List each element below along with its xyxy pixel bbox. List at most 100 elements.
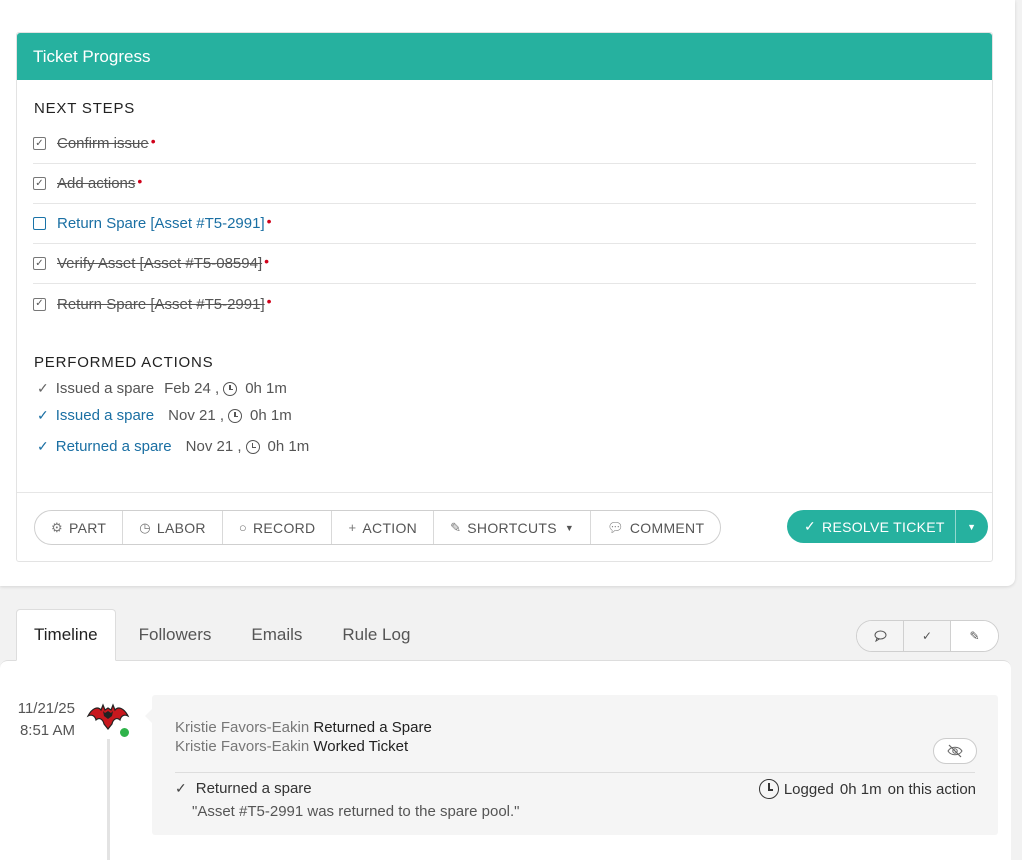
hide-entry-button[interactable]	[933, 738, 977, 764]
user-name[interactable]: Kristie Favors-Eakin	[175, 738, 309, 755]
toolbar-divider	[17, 492, 992, 493]
unchecked-checkbox-icon[interactable]	[33, 217, 46, 230]
timeline-panel: 11/21/25 8:51 AM Kristie Favors-Eakin Re…	[0, 660, 1011, 860]
performed-action[interactable]: ✓ Issued a spare Nov 21 , 0h 1m	[37, 407, 292, 424]
logged-suffix: on this action	[887, 780, 976, 798]
speech-bubble-icon	[874, 630, 886, 642]
eye-slash-icon	[947, 744, 963, 758]
logged-duration: 0h 1m	[839, 780, 882, 798]
shortcuts-label: SHORTCUTS	[467, 519, 557, 536]
timeline-entry: Kristie Favors-Eakin Returned a Spare Kr…	[145, 695, 998, 835]
timeline-filter-group: ✓ ✎	[856, 620, 999, 652]
timeline-timestamp: 11/21/25 8:51 AM	[0, 698, 75, 742]
required-marker: •	[266, 293, 272, 309]
entry-date: 11/21/25	[17, 700, 75, 717]
entry-action-note: "Asset #T5-2991 was returned to the spar…	[192, 803, 520, 820]
plus-icon: +	[348, 520, 357, 535]
check-icon: ✓	[37, 380, 49, 396]
next-steps-list: ✓ Confirm issue • ✓ Add actions • Return…	[33, 124, 976, 324]
action-date: Feb 24 ,	[164, 380, 220, 397]
caret-down-icon: ▼	[967, 521, 977, 532]
shortcuts-dropdown[interactable]: ✎ SHORTCUTS ▼	[434, 511, 592, 544]
step-item[interactable]: ✓ Add actions •	[33, 164, 976, 204]
action-name-link[interactable]: Returned a spare	[56, 438, 172, 455]
comments-icon: 💬︎	[607, 519, 624, 535]
comment-label: COMMENT	[629, 519, 705, 536]
action-name-link[interactable]: Issued a spare	[56, 407, 154, 424]
event-description: Worked Ticket	[313, 738, 409, 755]
caret-down-icon: ▼	[564, 522, 575, 533]
step-label: Confirm issue	[57, 135, 149, 152]
next-steps-heading: NEXT STEPS	[34, 100, 136, 117]
circle-icon: ○	[238, 520, 247, 535]
comment-button[interactable]: 💬︎ COMMENT	[591, 511, 720, 544]
entry-action: ✓ Returned a spare	[175, 780, 312, 797]
clock-icon	[223, 381, 238, 396]
action-button[interactable]: + ACTION	[332, 511, 435, 544]
ticket-tabs: Timeline Followers Emails Rule Log	[16, 609, 433, 661]
performed-action[interactable]: ✓ Returned a spare Nov 21 , 0h 1m	[37, 438, 309, 455]
step-label: Return Spare [Asset #T5-2991]	[57, 295, 265, 313]
check-icon: ✓	[175, 780, 187, 796]
panel-title: Ticket Progress	[17, 33, 992, 80]
step-item[interactable]: ✓ Confirm issue •	[33, 124, 976, 164]
pencil-icon: ✎	[969, 629, 980, 643]
required-marker: •	[137, 172, 143, 189]
step-label[interactable]: Return Spare [Asset #T5-2991]	[57, 215, 265, 232]
action-duration: 0h 1m	[250, 407, 292, 424]
filter-actions-button[interactable]: ✓	[904, 621, 951, 651]
tab-timeline[interactable]: Timeline	[16, 609, 116, 661]
action-date: Nov 21 ,	[185, 438, 242, 455]
performed-action: ✓ Issued a spare Feb 24 , 0h 1m	[37, 380, 287, 397]
part-button[interactable]: ⚙ PART	[35, 511, 124, 544]
tab-rule-log[interactable]: Rule Log	[325, 609, 427, 660]
performed-actions-heading: PERFORMED ACTIONS	[34, 354, 214, 371]
gear-icon: ⚙	[51, 519, 63, 535]
clock-icon	[245, 439, 260, 454]
step-item[interactable]: Return Spare [Asset #T5-2991] •	[33, 204, 976, 244]
event-description: Returned a Spare	[313, 719, 432, 736]
clock-icon	[228, 408, 243, 423]
step-item[interactable]: ✓ Verify Asset [Asset #T5-08594] •	[33, 244, 976, 284]
check-icon: ✓	[804, 518, 817, 534]
ticket-progress-panel: Ticket Progress NEXT STEPS ✓ Confirm iss…	[16, 32, 993, 562]
entry-divider	[175, 772, 975, 773]
action-label: ACTION	[362, 519, 418, 536]
logged-time: Logged 0h 1m on this action	[758, 779, 976, 799]
ticket-action-toolbar: ⚙ PART ◷ LABOR ○ RECORD + ACTION ✎ SHORT…	[34, 510, 722, 545]
step-item[interactable]: ✓ Return Spare [Asset #T5-2991] •	[33, 284, 976, 324]
required-marker: •	[266, 212, 272, 229]
user-name[interactable]: Kristie Favors-Eakin	[175, 719, 309, 736]
required-marker: •	[150, 132, 156, 149]
resolve-ticket-button[interactable]: ✓ RESOLVE TICKET	[787, 510, 956, 543]
checked-checkbox-icon[interactable]: ✓	[33, 297, 46, 311]
checked-checkbox-icon[interactable]: ✓	[33, 257, 46, 270]
filter-edits-button[interactable]: ✎	[951, 621, 998, 651]
step-label: Add actions	[57, 175, 136, 192]
filter-comments-button[interactable]	[857, 621, 904, 651]
checked-checkbox-icon[interactable]: ✓	[33, 177, 46, 190]
resolve-options-dropdown[interactable]: ▼	[956, 510, 988, 543]
labor-label: LABOR	[156, 519, 206, 536]
entry-time: 8:51 AM	[19, 722, 75, 739]
record-label: RECORD	[253, 519, 316, 536]
required-marker: •	[264, 252, 270, 269]
online-status-dot	[119, 727, 130, 738]
labor-button[interactable]: ◷ LABOR	[123, 511, 223, 544]
action-date: Nov 21 ,	[168, 407, 225, 424]
clock-icon	[758, 779, 779, 799]
action-name: Issued a spare	[55, 380, 155, 397]
resolve-label: RESOLVE TICKET	[822, 518, 945, 535]
ticket-card: Ticket Progress NEXT STEPS ✓ Confirm iss…	[0, 0, 1015, 586]
tab-emails[interactable]: Emails	[234, 609, 319, 660]
entry-event-line: Kristie Favors-Eakin Returned a Spare	[175, 719, 432, 736]
clock-icon: ◷	[139, 519, 151, 535]
entry-event-line: Kristie Favors-Eakin Worked Ticket	[175, 738, 408, 755]
tab-followers[interactable]: Followers	[122, 609, 229, 660]
check-icon: ✓	[921, 629, 933, 643]
logged-label: Logged	[783, 780, 834, 798]
checked-checkbox-icon[interactable]: ✓	[33, 137, 46, 150]
action-duration: 0h 1m	[245, 380, 287, 397]
record-button[interactable]: ○ RECORD	[223, 511, 333, 544]
resolve-ticket-split-button: ✓ RESOLVE TICKET ▼	[787, 510, 988, 543]
